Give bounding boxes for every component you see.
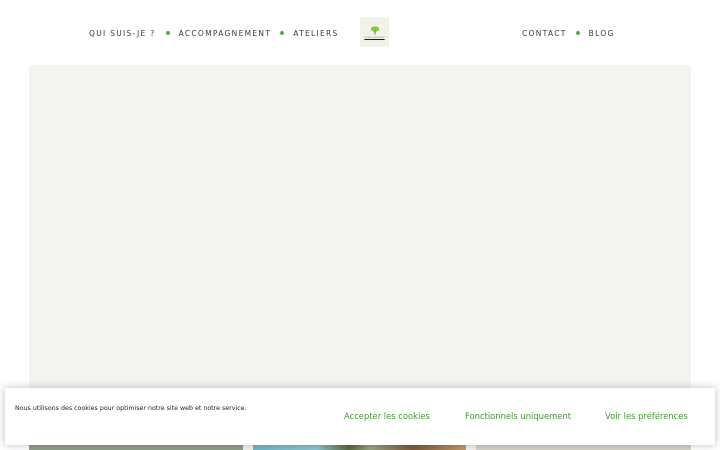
- cookie-message: Nous utilisons des cookies pour optimise…: [15, 405, 247, 412]
- nav-item-blog[interactable]: BLOG: [589, 29, 615, 38]
- logo-text: NORA BOISSAY: [364, 35, 385, 39]
- main-nav-left: QUI SUIS-JE ? ACCOMPAGNEMENT ATELIERS: [89, 28, 339, 38]
- nav-item-contact[interactable]: CONTACT: [522, 29, 567, 38]
- tree-logo-icon: [370, 25, 379, 34]
- main-nav-right: CONTACT BLOG: [522, 28, 615, 38]
- page: QUI SUIS-JE ? ACCOMPAGNEMENT ATELIERS NO…: [0, 0, 720, 450]
- nav-item-ateliers[interactable]: ATELIERS: [293, 29, 338, 38]
- view-preferences-button[interactable]: Voir les préférences: [605, 411, 688, 421]
- site-logo[interactable]: NORA BOISSAY: [360, 17, 389, 47]
- accept-cookies-button[interactable]: Accepter les cookies: [344, 411, 430, 421]
- nav-item-accompagnement[interactable]: ACCOMPAGNEMENT: [179, 29, 272, 38]
- nav-item-qui-suis-je[interactable]: QUI SUIS-JE ?: [89, 29, 156, 38]
- nav-separator-dot: [165, 31, 170, 35]
- cookie-banner: Nous utilisons des cookies pour optimise…: [5, 388, 715, 445]
- functional-only-button[interactable]: Fonctionnels uniquement: [465, 411, 571, 421]
- nav-separator-dot: [280, 31, 285, 35]
- nav-separator-dot: [575, 31, 580, 35]
